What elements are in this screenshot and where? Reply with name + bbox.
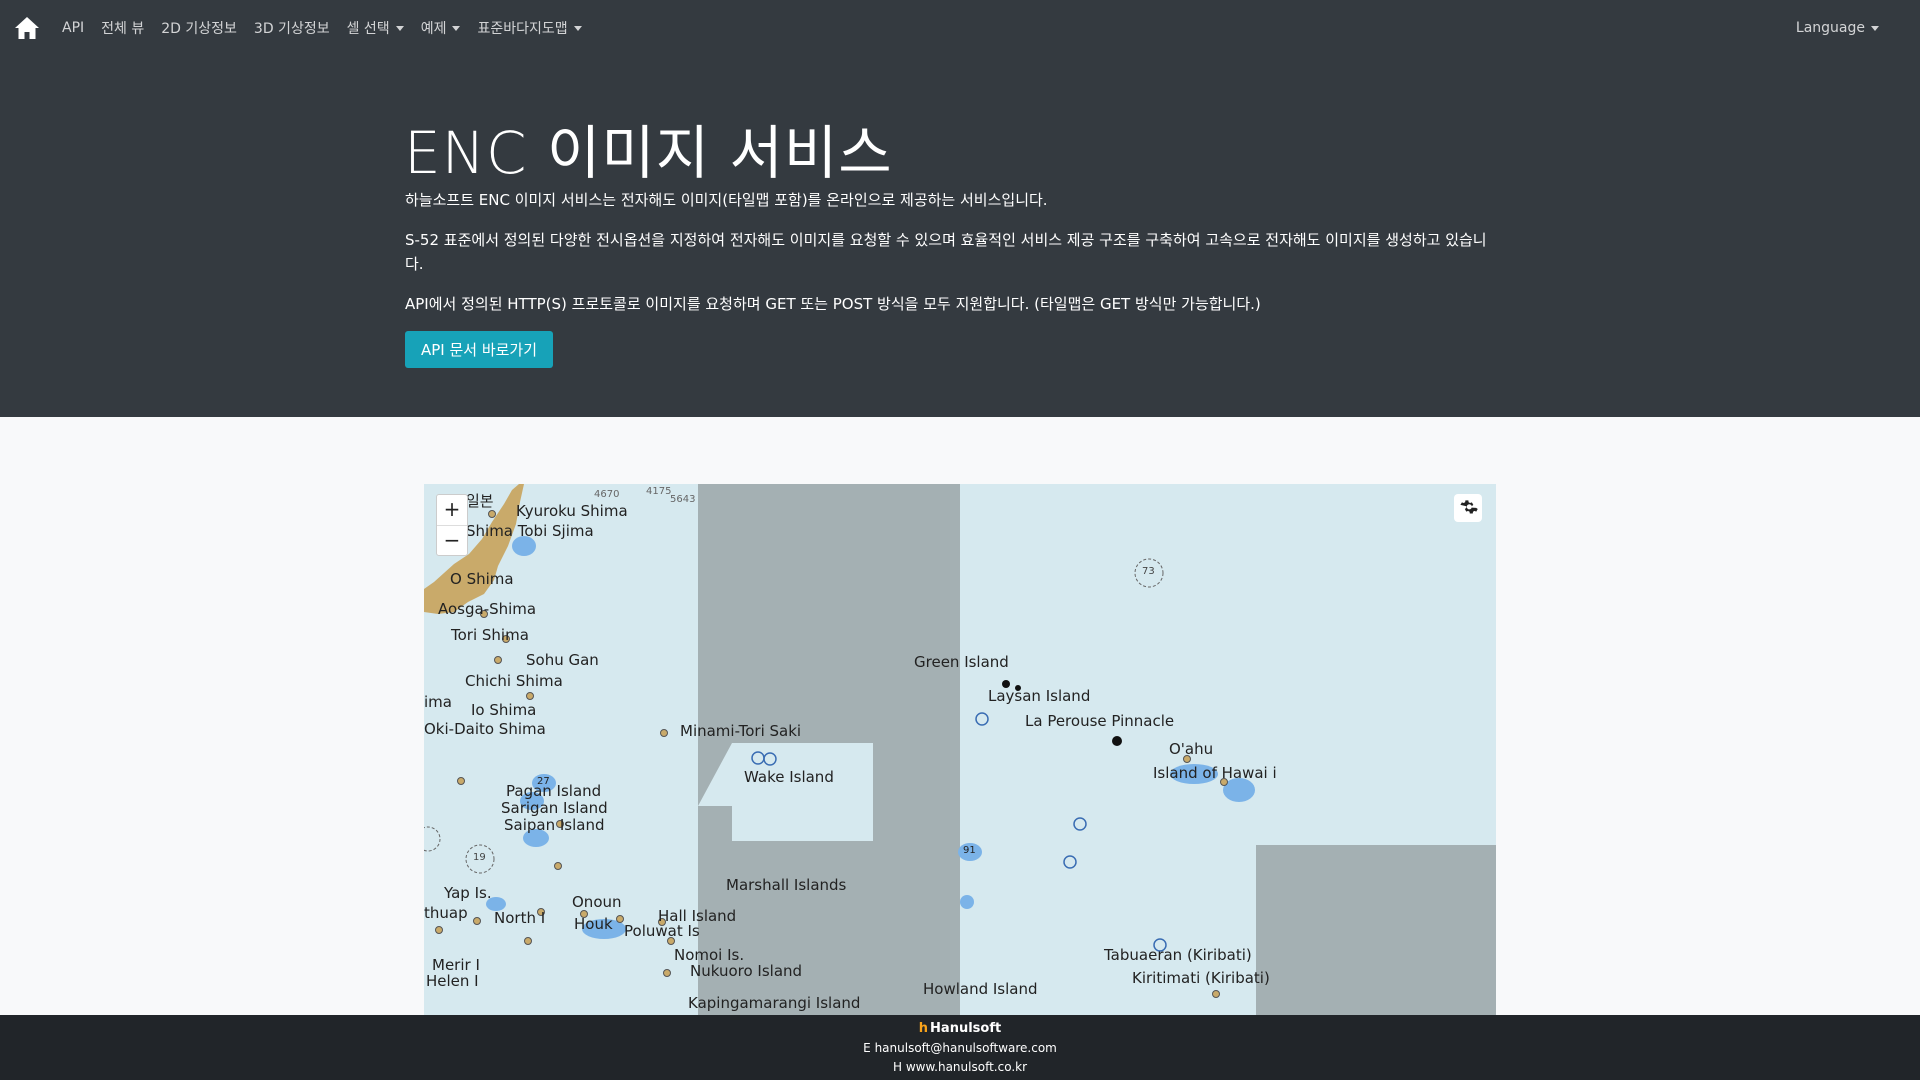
map-label: O'ahu [1169, 740, 1214, 758]
web-prefix: H [892, 1060, 902, 1074]
map-label: 일본 [466, 492, 494, 510]
nav-item-2d-weather[interactable]: 2D 기상정보 [161, 18, 237, 38]
nav-item-label: API [62, 20, 85, 36]
shallow-5 [960, 895, 974, 909]
map-label: Sarigan Island [501, 799, 608, 817]
zoom-out-button[interactable]: − [437, 525, 467, 556]
language-label: Language [1795, 20, 1865, 36]
map-label: ima [424, 693, 452, 711]
intro-paragraph: 하늘소프트 ENC 이미지 서비스는 전자해도 이미지(타일맵 포함)를 온라인… [405, 191, 1048, 209]
map-label: Io Shima [471, 701, 537, 719]
nav-dropdown-cell-select[interactable]: 셀 선택 [347, 18, 404, 38]
brand-name: Hanulsoft [930, 1021, 1002, 1036]
footer-website: H www.hanulsoft.co.kr [0, 1060, 1920, 1074]
map-label: Nukuoro Island [690, 962, 803, 980]
nav-item-label: 셀 선택 [346, 21, 390, 37]
top-navbar: API 전체 뷰 2D 기상정보 3D 기상정보 셀 선택 예제 표준바다지도맵… [0, 0, 1920, 56]
depth-label: 4670 [594, 489, 620, 500]
s52-paragraph: S-52 표준에서 정의된 다양한 전시옵션을 지정하여 전자해도 이미지를 요… [405, 231, 1487, 273]
nav-item-api[interactable]: API [62, 20, 84, 36]
map-label: Kyuroku Shima [516, 502, 628, 520]
map-label: Marshall Islands [726, 876, 847, 894]
depth-label: 4175 [646, 486, 672, 497]
map-chart-canvas [424, 484, 1496, 1015]
enc-map[interactable]: 일본 Kyuroku Shima Shima Tobi Sjima O Shim… [424, 484, 1496, 1015]
api-paragraph: API에서 정의된 HTTP(S) 프로토콜로 이미지를 요청하며 GET 또는… [405, 295, 1261, 313]
map-label: Tori Shima [451, 626, 529, 644]
map-label: Island of Hawai i [1153, 764, 1277, 782]
email-link[interactable]: hanulsoft@hanulsoftware.com [875, 1041, 1057, 1055]
hanulsoft-logo-icon: h [918, 1021, 929, 1036]
map-label: Oki-Daito Shima [424, 720, 546, 738]
hero-section: ENC 이미지 서비스 하늘소프트 ENC 이미지 서비스는 전자해도 이미지(… [0, 56, 1920, 417]
map-label: Kiritimati (Kiribati) [1132, 969, 1270, 987]
zone-label: 19 [473, 852, 486, 863]
map-label: Houk [574, 915, 613, 933]
map-label: Sohu Gan [526, 651, 599, 669]
map-label: Wake Island [744, 768, 834, 786]
map-label: Saipan Island [504, 816, 605, 834]
map-label: La Perouse Pinnacle [1025, 712, 1175, 730]
map-label: Kapingamarangi Island [688, 994, 861, 1012]
map-label: Helen I [426, 972, 479, 990]
zoom-in-button[interactable]: + [437, 495, 467, 525]
site-footer: h Hanulsoft E hanulsoft@hanulsoftware.com… [0, 1015, 1920, 1080]
nav-item-3d-weather[interactable]: 3D 기상정보 [254, 18, 330, 38]
zone-label: 27 [537, 776, 550, 787]
zone-label: 73 [1142, 566, 1155, 577]
nav-dropdown-standard-sea-map[interactable]: 표준바다지도맵 [477, 18, 582, 38]
zoom-control: + − [436, 494, 468, 556]
gear-icon [1460, 500, 1478, 514]
nav-item-full-view[interactable]: 전체 뷰 [101, 18, 144, 38]
nodata-region-east [1256, 845, 1496, 1015]
map-label: Onoun [572, 893, 622, 911]
map-label: thuap [424, 904, 468, 922]
map-settings-button[interactable] [1454, 494, 1482, 522]
nav-menu: API 전체 뷰 2D 기상정보 3D 기상정보 셀 선택 예제 표준바다지도맵 [62, 0, 599, 56]
map-label: Shima Tobi Sjima [466, 522, 594, 540]
footer-brand: h Hanulsoft [0, 1021, 1920, 1036]
map-label: Yap Is. [444, 884, 492, 902]
nav-item-label: 3D 기상정보 [253, 21, 330, 37]
map-label: North I [494, 909, 546, 927]
depth-label: 5643 [670, 494, 696, 505]
home-icon[interactable] [14, 16, 40, 40]
nodata-region-west [698, 484, 960, 1015]
nav-item-label: 표준바다지도맵 [477, 21, 568, 37]
map-label: Pagan Island [506, 782, 602, 800]
map-label: Laysan Island [988, 687, 1091, 705]
nav-item-label: 2D 기상정보 [161, 21, 237, 37]
caret-down-icon [573, 25, 582, 31]
website-link[interactable]: www.hanulsoft.co.kr [906, 1060, 1027, 1074]
caret-down-icon [452, 25, 461, 31]
zone-label: 91 [963, 845, 976, 856]
caret-down-icon [1871, 25, 1879, 31]
email-prefix: E [863, 1041, 871, 1055]
nav-item-label: 전체 뷰 [101, 21, 145, 37]
map-label: Aosga-Shima [438, 600, 537, 618]
map-label: Green Island [914, 653, 1009, 671]
map-label: O Shima [450, 570, 514, 588]
map-label: Howland Island [923, 980, 1038, 998]
map-label: Poluwat Is [624, 922, 700, 940]
map-label: Tabuaeran (Kiribati) [1104, 946, 1252, 964]
language-dropdown[interactable]: Language [1796, 0, 1879, 56]
api-docs-button[interactable]: API 문서 바로가기 [405, 331, 553, 368]
map-label: Minami-Tori Saki [680, 722, 802, 740]
page-title: ENC 이미지 서비스 [404, 119, 893, 187]
nav-dropdown-examples[interactable]: 예제 [421, 18, 461, 38]
footer-email: E hanulsoft@hanulsoftware.com [0, 1041, 1920, 1055]
nav-item-label: 예제 [420, 21, 447, 37]
caret-down-icon [395, 25, 404, 31]
map-label: Chichi Shima [465, 672, 563, 690]
